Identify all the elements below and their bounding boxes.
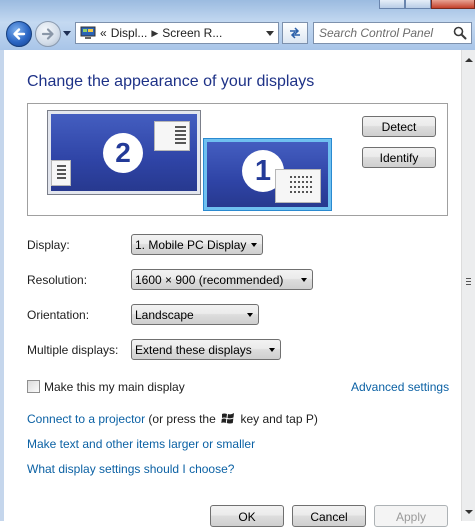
projector-text-after: key and tap P) bbox=[237, 412, 318, 426]
windows-logo-icon bbox=[221, 413, 235, 424]
ok-button[interactable]: OK bbox=[210, 505, 284, 527]
monitor-1-window-icon bbox=[275, 169, 321, 203]
multiple-displays-label: Multiple displays: bbox=[27, 343, 119, 357]
scroll-down-icon[interactable] bbox=[465, 510, 473, 514]
arrow-left-icon bbox=[13, 28, 26, 40]
maximize-button[interactable] bbox=[405, 0, 431, 9]
refresh-button[interactable] bbox=[282, 22, 308, 44]
resolution-select-value: 1600 × 900 (recommended) bbox=[135, 272, 284, 287]
resolution-label: Resolution: bbox=[27, 273, 88, 287]
orientation-select[interactable]: Landscape bbox=[131, 304, 259, 325]
close-button[interactable] bbox=[431, 0, 475, 9]
address-dropdown-icon[interactable] bbox=[266, 31, 274, 36]
resolution-select[interactable]: 1600 × 900 (recommended) bbox=[131, 269, 313, 290]
chevron-down-icon bbox=[301, 278, 307, 282]
scroll-thumb[interactable] bbox=[466, 278, 471, 287]
monitor-2-sidebar-icon bbox=[51, 160, 71, 186]
refresh-icon bbox=[290, 27, 300, 39]
multiple-displays-select[interactable]: Extend these displays bbox=[131, 339, 281, 360]
larger-text-link[interactable]: Make text and other items larger or smal… bbox=[27, 437, 255, 451]
breadcrumb-separator-icon[interactable]: ▶ bbox=[151, 28, 158, 39]
scroll-up-icon[interactable] bbox=[465, 58, 473, 62]
breadcrumb-screen-resolution[interactable]: Screen R... bbox=[162, 26, 222, 40]
search-input[interactable] bbox=[319, 24, 451, 42]
monitor-1-screen: 1 bbox=[207, 142, 328, 207]
display-select-value: 1. Mobile PC Display bbox=[135, 237, 247, 252]
forward-button[interactable] bbox=[35, 21, 61, 47]
apply-button[interactable]: Apply bbox=[374, 505, 448, 527]
chevron-down-icon bbox=[269, 348, 275, 352]
page-title: Change the appearance of your displays bbox=[27, 73, 315, 90]
address-bar[interactable]: « Displ... ▶ Screen R... bbox=[75, 22, 279, 44]
advanced-settings-link[interactable]: Advanced settings bbox=[351, 380, 449, 394]
arrow-right-icon bbox=[41, 28, 54, 40]
chevron-down-icon bbox=[247, 313, 253, 317]
connect-projector-link[interactable]: Connect to a projector bbox=[27, 412, 145, 426]
chevron-down-icon bbox=[251, 243, 257, 247]
breadcrumb-display[interactable]: Displ... bbox=[111, 26, 148, 40]
monitor-2-screen: 2 bbox=[51, 114, 197, 191]
address-prefix[interactable]: « bbox=[100, 26, 107, 40]
display-label: Display: bbox=[27, 238, 70, 252]
orientation-select-value: Landscape bbox=[135, 307, 194, 322]
projector-text-before: (or press the bbox=[145, 412, 220, 426]
multiple-displays-select-value: Extend these displays bbox=[135, 342, 252, 357]
minimize-button[interactable] bbox=[379, 0, 405, 9]
recent-pages-dropdown-icon[interactable] bbox=[63, 31, 71, 37]
main-display-checkbox[interactable] bbox=[27, 380, 40, 393]
identify-button[interactable]: Identify bbox=[362, 147, 436, 168]
control-panel-icon bbox=[80, 26, 96, 39]
back-button[interactable] bbox=[6, 21, 32, 47]
monitor-2-number: 2 bbox=[115, 137, 131, 168]
search-icon[interactable] bbox=[453, 26, 467, 40]
display-select[interactable]: 1. Mobile PC Display bbox=[131, 234, 263, 255]
vertical-scrollbar[interactable] bbox=[461, 50, 475, 521]
orientation-label: Orientation: bbox=[27, 308, 90, 322]
help-link[interactable]: What display settings should I choose? bbox=[27, 462, 234, 476]
search-box[interactable] bbox=[313, 22, 472, 44]
cancel-button[interactable]: Cancel bbox=[292, 505, 366, 527]
projector-line: Connect to a projector (or press the key… bbox=[27, 412, 318, 426]
window-controls bbox=[379, 0, 475, 9]
monitor-2[interactable]: 2 bbox=[47, 110, 201, 195]
monitor-1[interactable]: 1 bbox=[203, 138, 332, 211]
monitor-2-badge: 2 bbox=[103, 133, 143, 173]
monitor-2-window-icon bbox=[154, 121, 190, 151]
detect-button[interactable]: Detect bbox=[362, 116, 436, 137]
monitor-1-number: 1 bbox=[254, 154, 272, 187]
main-display-label[interactable]: Make this my main display bbox=[44, 380, 185, 394]
